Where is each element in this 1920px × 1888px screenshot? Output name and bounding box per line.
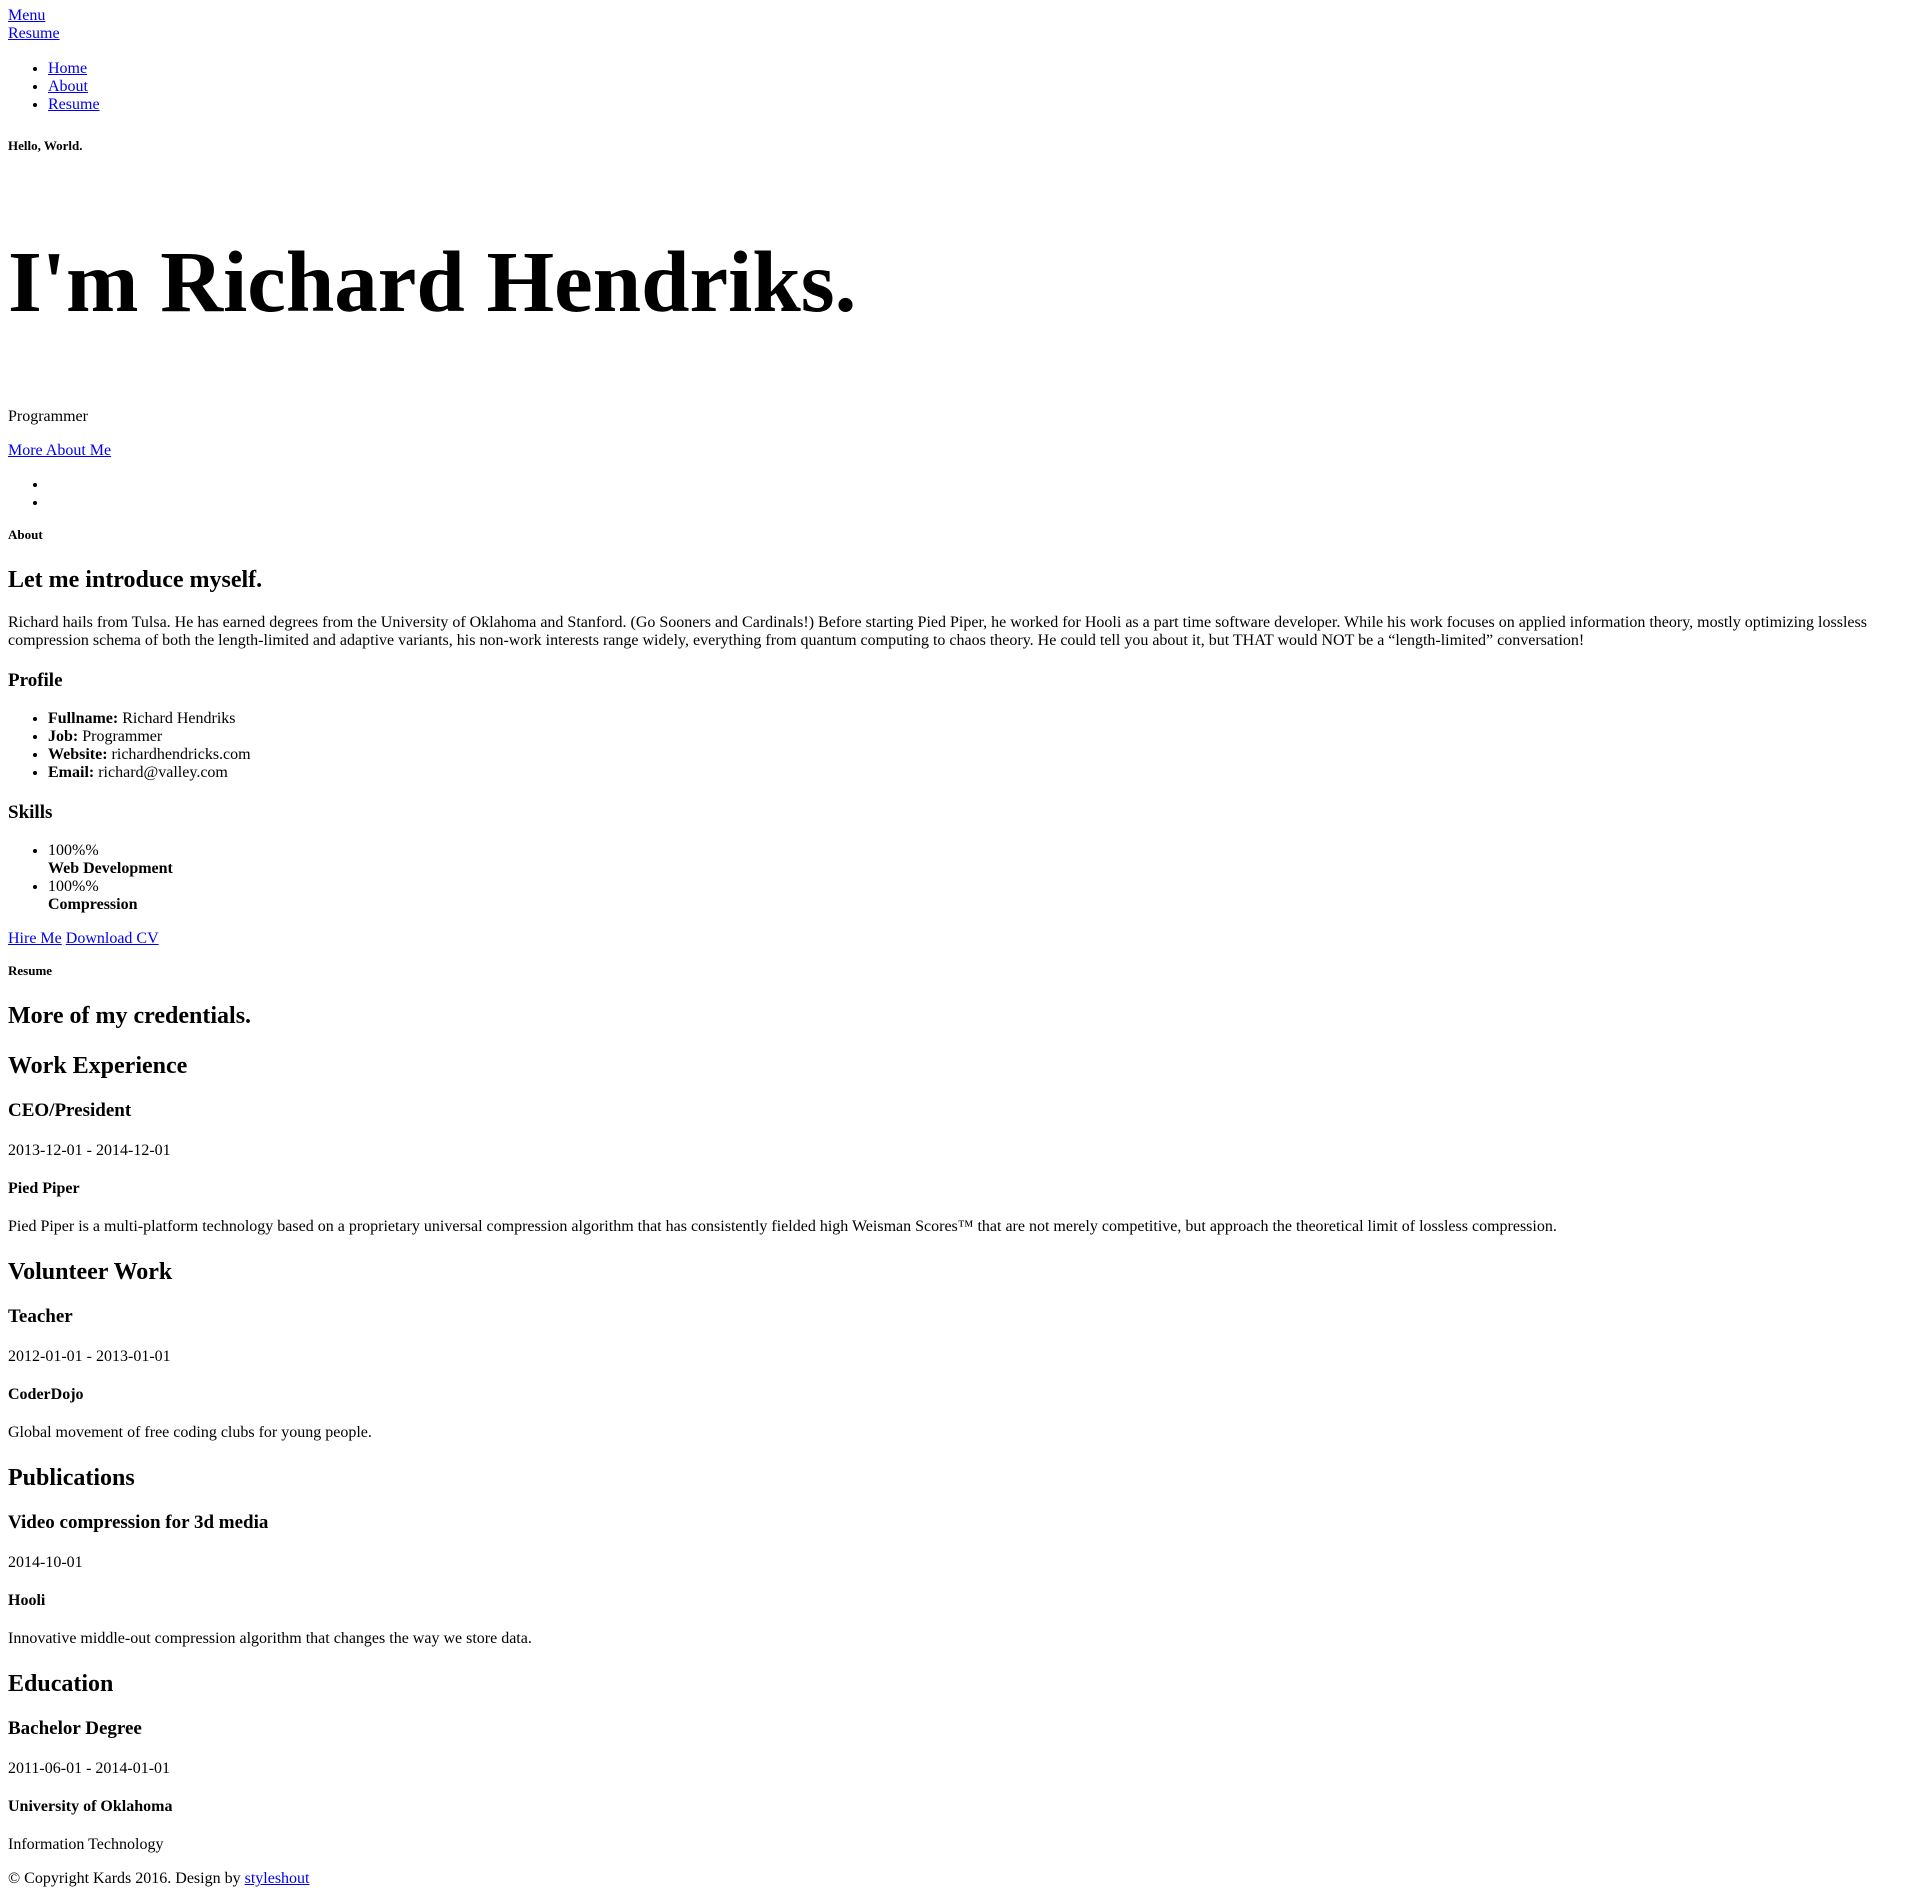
social-list xyxy=(8,476,1912,512)
education-date: 2011-06-01 - 2014-01-01 xyxy=(8,1760,171,1777)
nav-item-home: Home xyxy=(48,60,1912,78)
profile-value: Programmer xyxy=(82,728,163,745)
resume-heading: More of my credentials. xyxy=(8,1003,252,1029)
skill-percent: 100%% xyxy=(48,878,99,895)
volunteer-org: CoderDojo xyxy=(8,1386,84,1403)
nav-item-about: About xyxy=(48,78,1912,96)
volunteer-heading: Volunteer Work xyxy=(8,1259,173,1285)
resume-section-label: Resume xyxy=(8,963,53,978)
download-cv-button[interactable]: Download CV xyxy=(66,930,159,947)
work-date: 2013-12-01 - 2014-12-01 xyxy=(8,1142,171,1159)
profile-value: Richard Hendriks xyxy=(122,710,236,727)
publication-title: Video compression for 3d media xyxy=(8,1512,269,1533)
work-title: CEO/President xyxy=(8,1100,132,1121)
publications-heading: Publications xyxy=(8,1465,135,1491)
hero-greeting: Hello, World. xyxy=(8,138,83,153)
skill-percent: 100%% xyxy=(48,842,99,859)
nav-item-resume: Resume xyxy=(48,96,1912,114)
hire-me-button[interactable]: Hire Me xyxy=(8,930,62,947)
profile-value: richardhendricks.com xyxy=(111,746,251,763)
work-heading: Work Experience xyxy=(8,1053,188,1079)
skills-heading: Skills xyxy=(8,802,53,823)
hero-job: Programmer xyxy=(8,408,88,425)
work-desc: Pied Piper is a multi-platform technolog… xyxy=(8,1218,1557,1235)
volunteer-date: 2012-01-01 - 2013-01-01 xyxy=(8,1348,171,1365)
profile-label: Website: xyxy=(48,746,108,763)
publication-org: Hooli xyxy=(8,1592,46,1609)
profile-label: Email: xyxy=(48,764,95,781)
footer-copyright: © Copyright Kards 2016. Design by xyxy=(8,1870,245,1887)
volunteer-desc: Global movement of free coding clubs for… xyxy=(8,1424,372,1441)
skill-item: 100%% Web Development xyxy=(48,842,1912,878)
profile-label: Fullname: xyxy=(48,710,119,727)
skill-name: Web Development xyxy=(48,860,173,877)
resume-top-link[interactable]: Resume xyxy=(8,25,1912,43)
education-desc: Information Technology xyxy=(8,1836,164,1853)
page: Menu Resume Home About Resume Hello, Wor… xyxy=(0,0,1920,1888)
footer-styleshout-link[interactable]: styleshout xyxy=(245,1870,310,1887)
profile-value: richard@valley.com xyxy=(98,764,228,781)
skill-item: 100%% Compression xyxy=(48,878,1912,914)
education-title: Bachelor Degree xyxy=(8,1718,142,1739)
menu-link[interactable]: Menu xyxy=(8,7,1912,25)
profile-item-website: Website: richardhendricks.com xyxy=(48,746,1912,764)
education-heading: Education xyxy=(8,1671,114,1697)
about-heading: Let me introduce myself. xyxy=(8,567,263,593)
volunteer-title: Teacher xyxy=(8,1306,73,1327)
nav-link-home[interactable]: Home xyxy=(48,60,87,77)
education-org: University of Oklahoma xyxy=(8,1798,173,1815)
skill-name: Compression xyxy=(48,896,138,913)
profile-item-email: Email: richard@valley.com xyxy=(48,764,1912,782)
profile-item-job: Job: Programmer xyxy=(48,728,1912,746)
publication-date: 2014-10-01 xyxy=(8,1554,83,1571)
work-org: Pied Piper xyxy=(8,1180,80,1197)
publication-desc: Innovative middle-out compression algori… xyxy=(8,1630,532,1647)
profile-label: Job: xyxy=(48,728,79,745)
social-item xyxy=(48,476,1912,494)
footer: © Copyright Kards 2016. Design by styles… xyxy=(8,1870,1912,1888)
profile-item-fullname: Fullname: Richard Hendriks xyxy=(48,710,1912,728)
social-item xyxy=(48,494,1912,512)
nav-link-resume[interactable]: Resume xyxy=(48,96,100,113)
nav-link-about[interactable]: About xyxy=(48,78,88,95)
about-bio: Richard hails from Tulsa. He has earned … xyxy=(8,614,1867,649)
top-links: Menu Resume xyxy=(8,0,1912,43)
main-nav: Home About Resume xyxy=(8,60,1912,114)
hero-title: I'm Richard Hendriks. xyxy=(8,233,857,330)
about-section-label: About xyxy=(8,527,43,542)
skills-list: 100%% Web Development 100%% Compression xyxy=(8,842,1912,914)
profile-heading: Profile xyxy=(8,670,63,691)
profile-list: Fullname: Richard Hendriks Job: Programm… xyxy=(8,710,1912,782)
about-buttons: Hire Me Download CV xyxy=(8,930,1912,948)
more-about-me-link[interactable]: More About Me xyxy=(8,442,111,460)
